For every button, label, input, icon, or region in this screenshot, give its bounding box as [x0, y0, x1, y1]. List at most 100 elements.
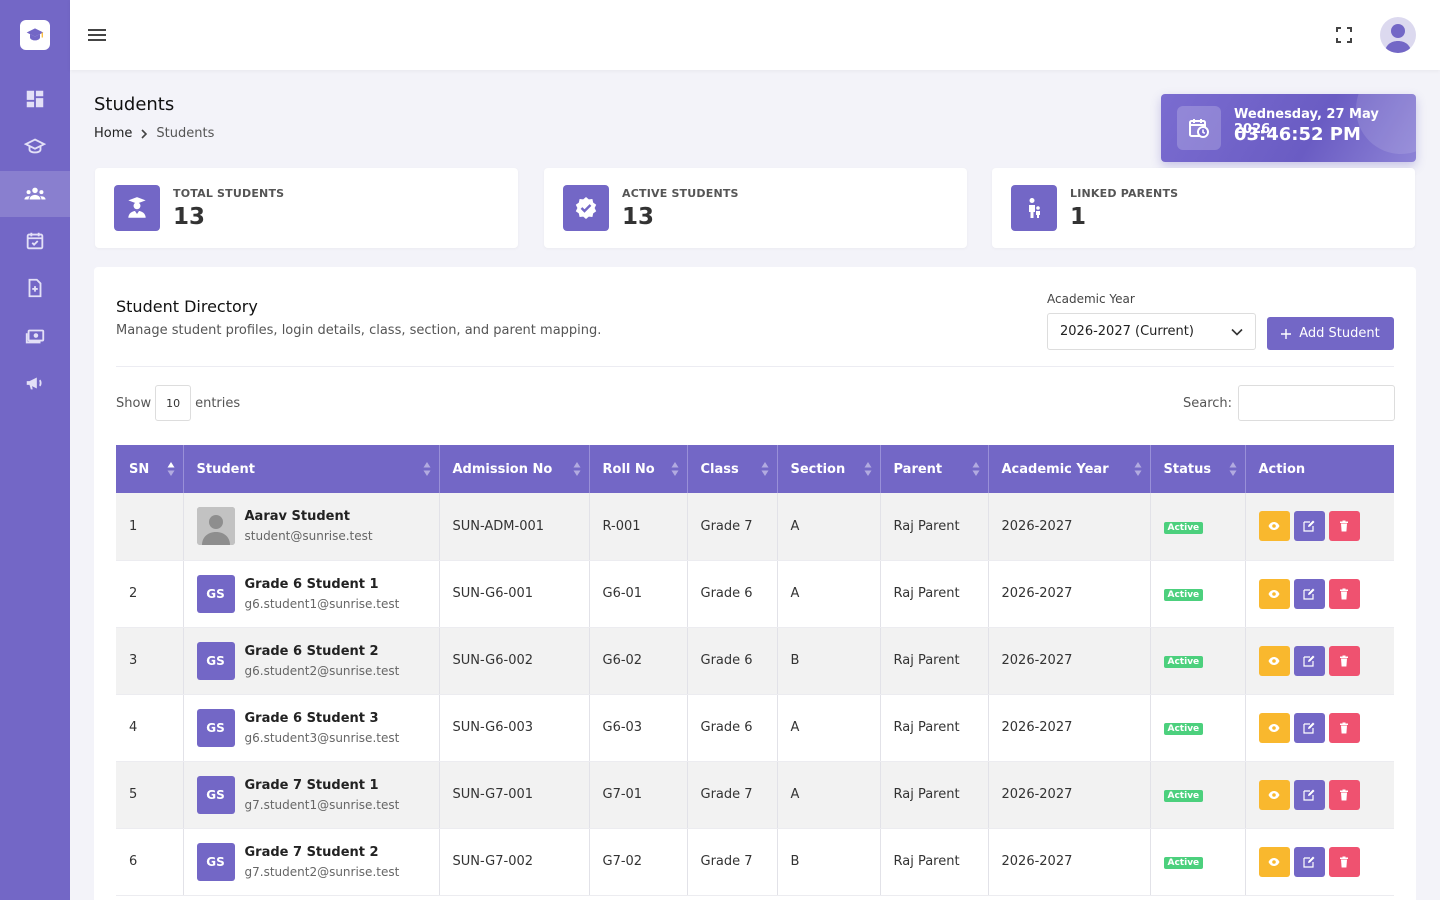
stat-card-active-students: ACTIVE STUDENTS 13 [544, 168, 967, 248]
academic-year-select[interactable]: 2026-2027 (Current) [1047, 313, 1256, 350]
sidebar-item-documents[interactable] [0, 265, 70, 311]
sidebar-item-academics[interactable] [0, 123, 70, 169]
cell-parent: Raj Parent [880, 560, 989, 628]
cell-academic-year: 2026-2027 [988, 560, 1151, 628]
view-button[interactable] [1258, 645, 1290, 676]
edit-button[interactable] [1293, 846, 1325, 877]
cell-academic-year: 2026-2027 [988, 828, 1151, 896]
student-initials-avatar: GS [196, 641, 235, 680]
clock-card: Wednesday, 27 May 2026 03:46:52 PM [1161, 94, 1416, 162]
student-email: g7.student2@sunrise.test [244, 864, 400, 879]
column-header[interactable]: Section [777, 445, 881, 493]
plus-icon [1281, 328, 1292, 339]
edit-button[interactable] [1293, 779, 1325, 810]
student-name: Grade 7 Student 2 [244, 844, 379, 860]
edit-icon [1303, 520, 1315, 532]
column-header[interactable]: Roll No [589, 445, 688, 493]
add-student-button[interactable]: Add Student [1267, 317, 1394, 350]
cell-admission-no: SUN-ADM-001 [439, 493, 590, 561]
view-button[interactable] [1258, 511, 1290, 542]
dashboard-icon [26, 90, 44, 108]
academics-icon [24, 138, 46, 154]
column-header[interactable]: Class [687, 445, 778, 493]
cell-roll-no: G6-02 [589, 627, 688, 695]
view-button[interactable] [1258, 712, 1290, 743]
academic-year-label: Academic Year [1047, 292, 1135, 306]
student-name: Grade 6 Student 3 [244, 710, 379, 726]
student-text: Aarav Student student@sunrise.test [245, 509, 373, 543]
hamburger-menu-icon[interactable] [87, 24, 109, 46]
cell-sn: 4 [116, 694, 184, 762]
megaphone-icon [26, 377, 42, 390]
cell-class: Grade 6 [687, 560, 778, 628]
parent-child-icon [1011, 185, 1057, 231]
sidebar-item-students[interactable] [0, 171, 70, 217]
breadcrumb-current: Students [156, 126, 215, 141]
table-row: 4 GS Grade 6 Student 3 g6.student3@sunrise.… [116, 694, 1394, 762]
sort-icon [1134, 462, 1141, 476]
column-header[interactable]: Status [1150, 445, 1246, 493]
sidebar-item-attendance[interactable] [0, 218, 70, 264]
delete-button[interactable] [1328, 779, 1360, 810]
trash-icon [1340, 655, 1348, 666]
edit-icon [1303, 789, 1315, 801]
edit-button[interactable] [1293, 511, 1325, 542]
delete-button[interactable] [1328, 846, 1360, 877]
entries-label: entries [195, 395, 241, 411]
cell-action [1245, 694, 1394, 762]
column-header[interactable]: Admission No [439, 445, 590, 493]
cell-parent: Raj Parent [880, 761, 989, 829]
status-badge: Active [1163, 790, 1204, 802]
row-actions [1258, 712, 1382, 743]
search-input[interactable] [1238, 385, 1396, 421]
table-row: 2 GS Grade 6 Student 1 g6.student1@sunrise.… [116, 560, 1394, 628]
page-title: Students [94, 94, 175, 115]
breadcrumb-home[interactable]: Home [94, 126, 132, 141]
sidebar-item-fees[interactable] [0, 313, 70, 359]
entries-select[interactable]: 10 [155, 385, 192, 421]
cell-class: Grade 6 [687, 627, 778, 695]
student-name: Grade 7 Student 1 [244, 777, 379, 793]
delete-button[interactable] [1328, 578, 1360, 609]
student-text: Grade 7 Student 1 g7.student1@sunrise.tes… [245, 778, 400, 812]
student-email: g7.student1@sunrise.test [244, 797, 400, 812]
delete-button[interactable] [1328, 645, 1360, 676]
edit-button[interactable] [1293, 712, 1325, 743]
column-header[interactable]: Academic Year [988, 445, 1151, 493]
trash-icon [1340, 722, 1348, 733]
column-header[interactable]: SN [116, 445, 184, 493]
eye-icon [1268, 723, 1280, 732]
student-info: GS Grade 7 Student 1 g7.student1@sunrise.t… [196, 775, 426, 814]
column-header[interactable]: Student [183, 445, 440, 493]
add-student-label: Add Student [1299, 326, 1380, 341]
view-button[interactable] [1258, 578, 1290, 609]
column-header[interactable]: Parent [880, 445, 989, 493]
stat-value: 13 [173, 204, 206, 230]
sidebar-item-dashboard[interactable] [0, 76, 70, 122]
edit-button[interactable] [1293, 578, 1325, 609]
cell-admission-no: SUN-G6-001 [439, 560, 590, 628]
cell-sn: 2 [116, 560, 184, 628]
cell-parent: Raj Parent [880, 828, 989, 896]
fullscreen-icon[interactable] [1334, 25, 1354, 45]
column-header-label: Class [700, 461, 739, 477]
view-button[interactable] [1258, 779, 1290, 810]
cell-student: GS Grade 7 Student 2 g7.student2@sunrise.t… [183, 828, 440, 896]
sidebar-item-announcements[interactable] [0, 360, 70, 406]
eye-icon [1268, 790, 1280, 799]
edit-button[interactable] [1293, 645, 1325, 676]
table-body: 1 Aarav Student student@sunrise.test SUN-AD… [116, 493, 1394, 896]
sort-icon [167, 462, 174, 476]
column-header-label: Parent [893, 461, 943, 477]
cell-section: A [777, 560, 881, 628]
view-button[interactable] [1258, 846, 1290, 877]
eye-icon [1268, 857, 1280, 866]
column-header-label: SN [129, 461, 150, 477]
user-avatar[interactable] [1380, 17, 1416, 53]
app-logo[interactable] [20, 20, 50, 50]
column-header-label: Action [1258, 461, 1306, 477]
money-icon [25, 329, 45, 344]
delete-button[interactable] [1328, 511, 1360, 542]
delete-button[interactable] [1328, 712, 1360, 743]
table-search: Search: [1183, 385, 1396, 421]
